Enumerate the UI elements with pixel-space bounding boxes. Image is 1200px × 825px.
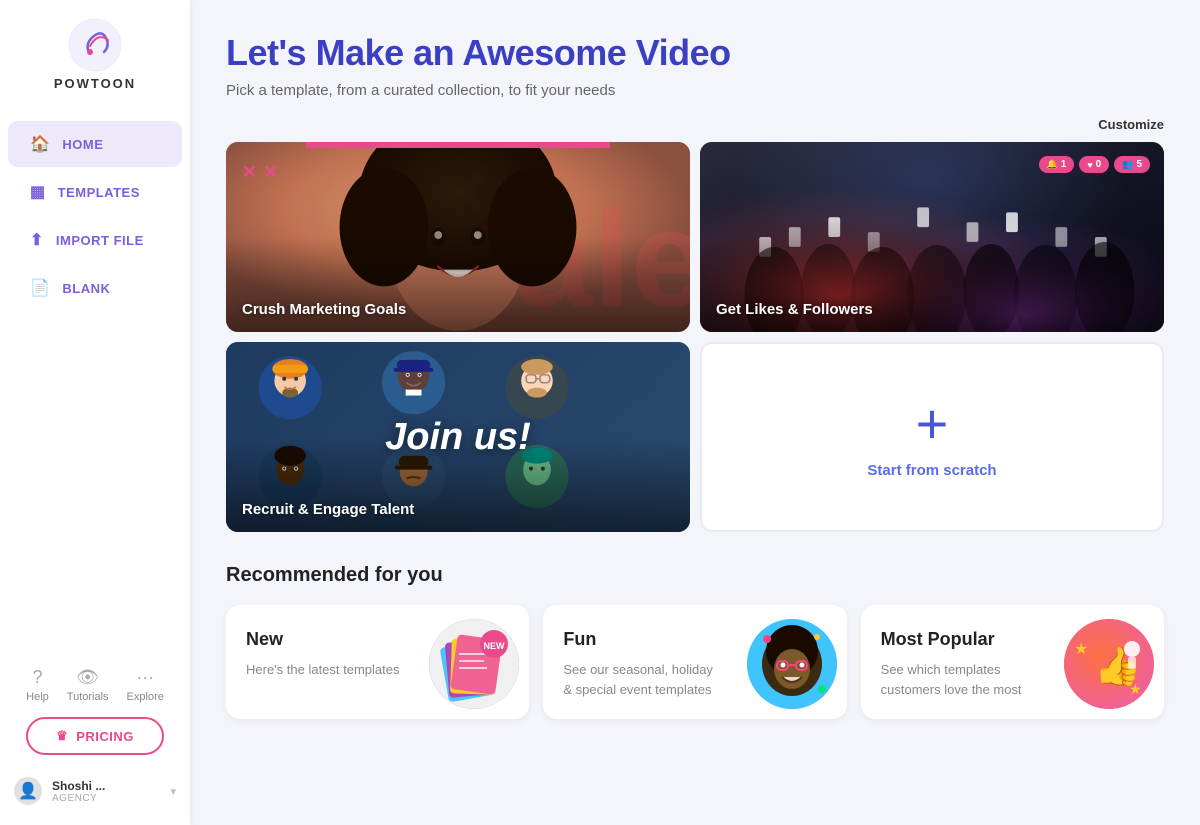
user-profile[interactable]: 👤 Shoshi ... AGENCY ▾ <box>0 769 190 817</box>
template-card-likes[interactable]: 🔔 1 ♥ 0 👥 5 Get Likes & Followers <box>700 142 1164 332</box>
blank-icon: 📄 <box>30 278 50 298</box>
rec-new-image: NEW <box>429 619 519 709</box>
avatar-icon: 👤 <box>18 781 38 801</box>
template-card-recruit[interactable]: Join us! Recruit & Engage Talent <box>226 342 690 532</box>
pricing-label: PRICING <box>76 729 134 744</box>
template-card-crush[interactable]: Sale <box>226 142 690 332</box>
scratch-plus: + <box>916 396 949 452</box>
rec-fun-image <box>747 619 837 709</box>
powtoon-logo-icon <box>68 18 122 72</box>
sidebar-item-templates[interactable]: ▦ TEMPLATES <box>8 169 182 215</box>
help-button[interactable]: ? Help <box>26 667 49 703</box>
rec-popular-image: 👍 ★ ★ <box>1064 619 1154 709</box>
nav-menu: 🏠 HOME ▦ TEMPLATES ⬆ IMPORT FILE 📄 BLANK <box>0 119 190 657</box>
join-text-content: Join us! <box>385 416 531 458</box>
sidebar-item-home[interactable]: 🏠 HOME <box>8 121 182 167</box>
rec-new-desc: Here's the latest templates <box>246 660 406 680</box>
recruit-card-label: Recruit & Engage Talent <box>242 501 414 518</box>
crush-card-label: Crush Marketing Goals <box>242 301 406 318</box>
page-subtitle: Pick a template, from a curated collecti… <box>226 82 1164 99</box>
x-mark-2: ✕ <box>263 162 278 183</box>
template-card-scratch[interactable]: + Start from scratch <box>700 342 1164 532</box>
social-badge-notification: 🔔 1 <box>1039 156 1075 173</box>
help-icon: ? <box>32 667 42 688</box>
social-badges: 🔔 1 ♥ 0 👥 5 <box>1039 156 1150 173</box>
sidebar-bottom: ? Help 👁 Tutorials ··· Explore ♛ PRICING… <box>0 657 190 825</box>
heart-icon: ♥ <box>1087 160 1092 170</box>
likes-card-label: Get Likes & Followers <box>716 301 873 318</box>
pink-bar <box>306 142 610 148</box>
join-text: Join us! <box>385 418 531 456</box>
badge-count-2: 0 <box>1096 159 1102 170</box>
home-icon: 🏠 <box>30 134 50 154</box>
template-grid: Sale <box>226 142 1164 532</box>
svg-text:★: ★ <box>1074 641 1088 658</box>
tutorials-button[interactable]: 👁 Tutorials <box>67 667 109 703</box>
import-icon: ⬆ <box>30 230 44 250</box>
badge-count-1: 1 <box>1061 159 1067 170</box>
recommended-grid: New Here's the latest templates NEW <box>226 605 1164 719</box>
tutorials-icon: 👁 <box>76 667 99 688</box>
pricing-button[interactable]: ♛ PRICING <box>26 717 164 755</box>
main-content: Let's Make an Awesome Video Pick a templ… <box>190 0 1200 825</box>
rec-popular-desc: See which templates customers love the m… <box>881 660 1041 699</box>
customize-link[interactable]: Customize <box>226 117 1164 132</box>
logo-area: POWTOON <box>54 18 136 91</box>
x-marks: ✕ ✕ <box>242 162 278 183</box>
rec-card-popular[interactable]: Most Popular See which templates custome… <box>861 605 1164 719</box>
explore-button[interactable]: ··· Explore <box>127 667 164 703</box>
page-title: Let's Make an Awesome Video <box>226 32 1164 74</box>
pricing-icon: ♛ <box>56 728 68 744</box>
rec-fun-desc: See our seasonal, holiday & special even… <box>563 660 723 699</box>
avatar: 👤 <box>14 777 42 805</box>
sidebar-item-blank[interactable]: 📄 BLANK <box>8 265 182 311</box>
explore-label: Explore <box>127 691 164 703</box>
help-row: ? Help 👁 Tutorials ··· Explore <box>26 667 164 703</box>
recommended-title: Recommended for you <box>226 564 1164 587</box>
x-mark-1: ✕ <box>242 162 257 183</box>
customize-label: Customize <box>1098 117 1164 132</box>
rec-card-new[interactable]: New Here's the latest templates NEW <box>226 605 529 719</box>
notification-icon: 🔔 <box>1047 159 1058 170</box>
social-badge-heart: ♥ 0 <box>1079 156 1109 173</box>
sidebar-item-home-label: HOME <box>62 137 103 152</box>
templates-icon: ▦ <box>30 182 46 202</box>
scratch-label[interactable]: Start from scratch <box>867 462 996 479</box>
badge-count-3: 5 <box>1136 159 1142 170</box>
explore-icon: ··· <box>136 667 154 688</box>
help-label: Help <box>26 691 49 703</box>
user-role: AGENCY <box>52 793 160 804</box>
svg-text:★: ★ <box>1129 681 1142 697</box>
social-badge-users: 👥 5 <box>1114 156 1150 173</box>
svg-text:NEW: NEW <box>484 641 506 651</box>
user-info: Shoshi ... AGENCY <box>52 779 160 804</box>
chevron-down-icon: ▾ <box>170 785 176 798</box>
sidebar-item-templates-label: TEMPLATES <box>58 185 140 200</box>
user-name: Shoshi ... <box>52 779 160 793</box>
sidebar-item-import-label: IMPORT FILE <box>56 233 144 248</box>
rec-card-fun[interactable]: Fun See our seasonal, holiday & special … <box>543 605 846 719</box>
sidebar: POWTOON 🏠 HOME ▦ TEMPLATES ⬆ IMPORT FILE… <box>0 0 190 825</box>
sidebar-item-import-file[interactable]: ⬆ IMPORT FILE <box>8 217 182 263</box>
sidebar-item-blank-label: BLANK <box>62 281 110 296</box>
logo-text: POWTOON <box>54 76 136 91</box>
users-icon: 👥 <box>1122 159 1133 170</box>
tutorials-label: Tutorials <box>67 691 109 703</box>
